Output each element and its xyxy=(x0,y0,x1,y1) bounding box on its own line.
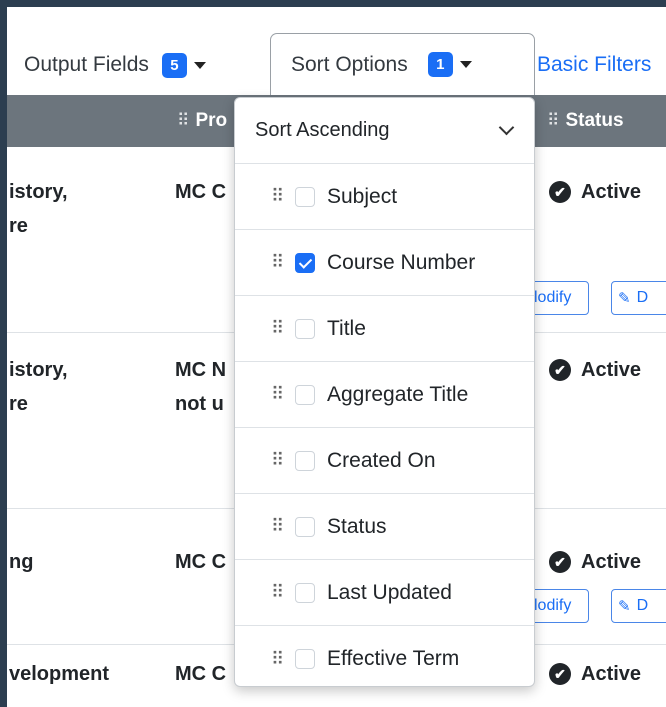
basic-filters-label: Basic Filters xyxy=(537,53,652,76)
check-circle-icon: ✔ xyxy=(549,551,571,573)
course-name-line: istory, xyxy=(9,181,68,203)
toolbar: Output Fields 5 Sort Options 1 Basic Fil… xyxy=(7,7,666,95)
program-line: MC N xyxy=(175,359,227,381)
sort-option-last-updated[interactable]: ⠿ Last Updated xyxy=(235,560,534,626)
sort-options-label: Sort Options xyxy=(291,52,408,76)
caret-down-icon xyxy=(193,61,206,69)
check-circle-icon: ✔ xyxy=(549,359,571,381)
sort-option-label: Status xyxy=(327,514,387,538)
status-cell: ✔ Active xyxy=(549,545,641,579)
sort-direction-select[interactable]: Sort Ascending xyxy=(235,98,534,164)
status-label: Active xyxy=(581,663,642,685)
column-header-program[interactable]: ⠿ Pro xyxy=(177,95,227,147)
sort-option-label: Subject xyxy=(327,184,398,208)
sort-option-course-number[interactable]: ⠿ Course Number xyxy=(235,230,534,296)
program-cell: MC N not u xyxy=(175,353,226,421)
sort-option-label: Course Number xyxy=(327,250,476,274)
modify-button[interactable]: lodify xyxy=(527,281,589,315)
delete-label: D xyxy=(636,289,649,306)
sort-option-effective-term[interactable]: ⠿ Effective Term xyxy=(235,626,534,686)
pencil-square-icon: ✎ xyxy=(618,290,631,307)
course-name-cell: istory, re xyxy=(9,353,68,421)
drag-handle-icon[interactable]: ⠿ xyxy=(271,384,284,405)
sort-option-label: Title xyxy=(327,316,366,340)
sort-option-label: Last Updated xyxy=(327,580,452,604)
course-name-line: re xyxy=(9,215,28,237)
sort-options-count-badge: 1 xyxy=(427,52,453,77)
sort-direction-value: Sort Ascending xyxy=(255,119,390,141)
chevron-down-icon xyxy=(498,119,515,136)
status-cell: ✔ Active xyxy=(549,657,641,691)
status-label: Active xyxy=(581,359,642,381)
sort-option-checkbox[interactable] xyxy=(295,318,315,339)
sort-options-menu: Sort Ascending ⠿ Subject ⠿ Course Number… xyxy=(234,97,535,687)
sort-option-label: Created On xyxy=(327,448,436,472)
column-header-label: Status xyxy=(565,110,624,131)
drag-handle-icon: ⠿ xyxy=(177,111,190,130)
check-circle-icon: ✔ xyxy=(549,181,571,203)
sort-option-label: Aggregate Title xyxy=(327,382,469,406)
drag-handle-icon[interactable]: ⠿ xyxy=(271,318,284,339)
sort-option-checkbox[interactable] xyxy=(295,450,315,471)
sort-option-status[interactable]: ⠿ Status xyxy=(235,494,534,560)
sort-option-checkbox[interactable] xyxy=(295,252,315,273)
app-window: Output Fields 5 Sort Options 1 Basic Fil… xyxy=(0,0,666,707)
drag-handle-icon[interactable]: ⠿ xyxy=(271,649,284,670)
drag-handle-icon[interactable]: ⠿ xyxy=(271,582,284,603)
drag-handle-icon[interactable]: ⠿ xyxy=(271,516,284,537)
pencil-square-icon: ✎ xyxy=(618,598,631,615)
drag-handle-icon: ⠿ xyxy=(547,111,560,130)
basic-filters-button[interactable]: Basic Filters xyxy=(537,47,651,83)
drag-handle-icon[interactable]: ⠿ xyxy=(271,450,284,471)
sort-options-button[interactable]: Sort Options 1 xyxy=(270,33,535,95)
status-label: Active xyxy=(581,181,642,203)
status-label: Active xyxy=(581,551,642,573)
caret-down-icon xyxy=(459,61,472,68)
course-name-line: istory, xyxy=(9,359,68,381)
output-fields-label: Output Fields xyxy=(24,53,149,76)
delete-button[interactable]: ✎ D xyxy=(611,589,666,623)
program-line: not u xyxy=(175,393,224,415)
drag-handle-icon[interactable]: ⠿ xyxy=(271,252,284,273)
sort-option-created-on[interactable]: ⠿ Created On xyxy=(235,428,534,494)
output-fields-count-badge: 5 xyxy=(161,52,187,78)
check-circle-icon: ✔ xyxy=(549,663,571,685)
sort-option-title[interactable]: ⠿ Title xyxy=(235,296,534,362)
modify-button[interactable]: lodify xyxy=(527,589,589,623)
column-header-label: Pro xyxy=(195,110,228,131)
sort-option-aggregate-title[interactable]: ⠿ Aggregate Title xyxy=(235,362,534,428)
delete-label: D xyxy=(636,597,649,614)
column-header-status[interactable]: ⠿ Status xyxy=(547,95,624,147)
sort-option-subject[interactable]: ⠿ Subject xyxy=(235,164,534,230)
course-name-line: re xyxy=(9,393,28,415)
drag-handle-icon[interactable]: ⠿ xyxy=(271,186,284,207)
status-cell: ✔ Active xyxy=(549,175,641,209)
program-cell: MC C xyxy=(175,181,227,203)
sort-option-checkbox[interactable] xyxy=(295,582,315,603)
sort-option-label: Effective Term xyxy=(327,647,460,670)
sort-option-checkbox[interactable] xyxy=(295,384,315,405)
status-cell: ✔ Active xyxy=(549,353,641,387)
sort-option-checkbox[interactable] xyxy=(295,649,315,669)
program-cell: MC C xyxy=(175,663,227,685)
delete-button[interactable]: ✎ D xyxy=(611,281,666,315)
course-name-cell: velopment xyxy=(9,663,110,685)
course-name-cell: ng xyxy=(9,551,34,573)
program-cell: MC C xyxy=(175,551,227,573)
sort-option-checkbox[interactable] xyxy=(295,516,315,537)
course-name-cell: istory, re xyxy=(9,175,68,243)
sort-option-checkbox[interactable] xyxy=(295,186,315,207)
output-fields-button[interactable]: Output Fields 5 xyxy=(24,47,206,83)
